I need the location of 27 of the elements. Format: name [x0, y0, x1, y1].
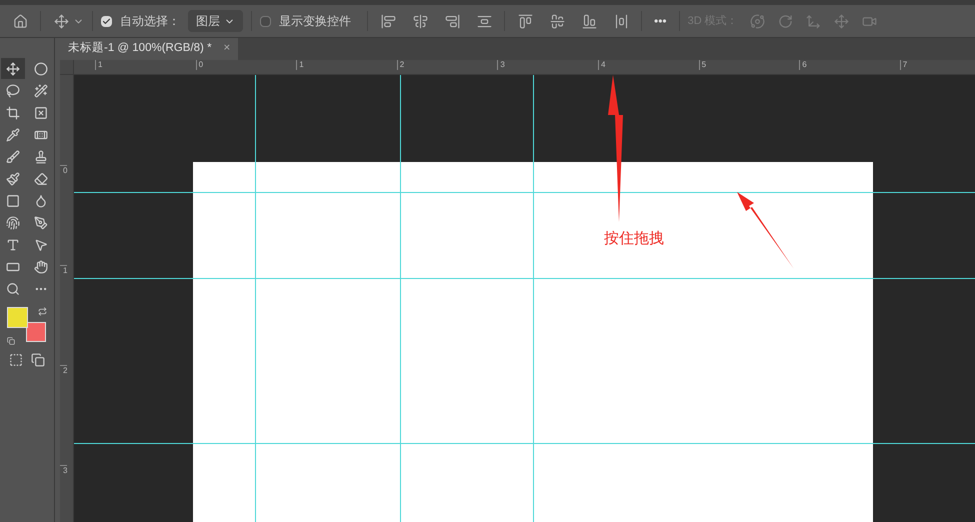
auto-select-checkbox[interactable]: [101, 16, 112, 26]
auto-select-label: 自动选择：: [120, 13, 180, 30]
document-title: 未标题-1 @ 100%(RGB/8) *: [68, 40, 212, 56]
more-button[interactable]: •••: [650, 12, 671, 30]
ruler-label: 4: [598, 60, 606, 70]
ruler-label: 2: [396, 60, 404, 70]
ruler-label: 1: [60, 265, 68, 276]
layer-dropdown[interactable]: 图层: [188, 10, 243, 32]
ruler-label: 3: [60, 465, 68, 476]
ruler-label: 1: [95, 60, 102, 70]
annotation-text: 按住拖拽: [604, 229, 664, 249]
document-tab[interactable]: 未标题-1 @ 100%(RGB/8) * ×: [60, 38, 238, 60]
ruler-label: 6: [799, 60, 807, 70]
ruler-label: 2: [60, 365, 68, 376]
ruler-label: 1: [296, 60, 304, 70]
transform-controls-checkbox[interactable]: [260, 16, 271, 26]
ruler-label: 3: [497, 60, 505, 70]
swap-colors-icon[interactable]: [38, 307, 47, 316]
transform-controls-label: 显示变换控件: [279, 13, 351, 30]
background-color-swatch[interactable]: [26, 322, 46, 342]
foreground-color-swatch[interactable]: [7, 307, 28, 328]
move-tool-icon[interactable]: [1, 58, 25, 79]
ruler-label: 0: [60, 165, 68, 176]
ruler-label: 5: [698, 60, 706, 70]
ruler-label: 0: [196, 60, 204, 70]
close-tab-button[interactable]: ×: [224, 40, 230, 58]
ruler-label: 7: [900, 60, 908, 70]
